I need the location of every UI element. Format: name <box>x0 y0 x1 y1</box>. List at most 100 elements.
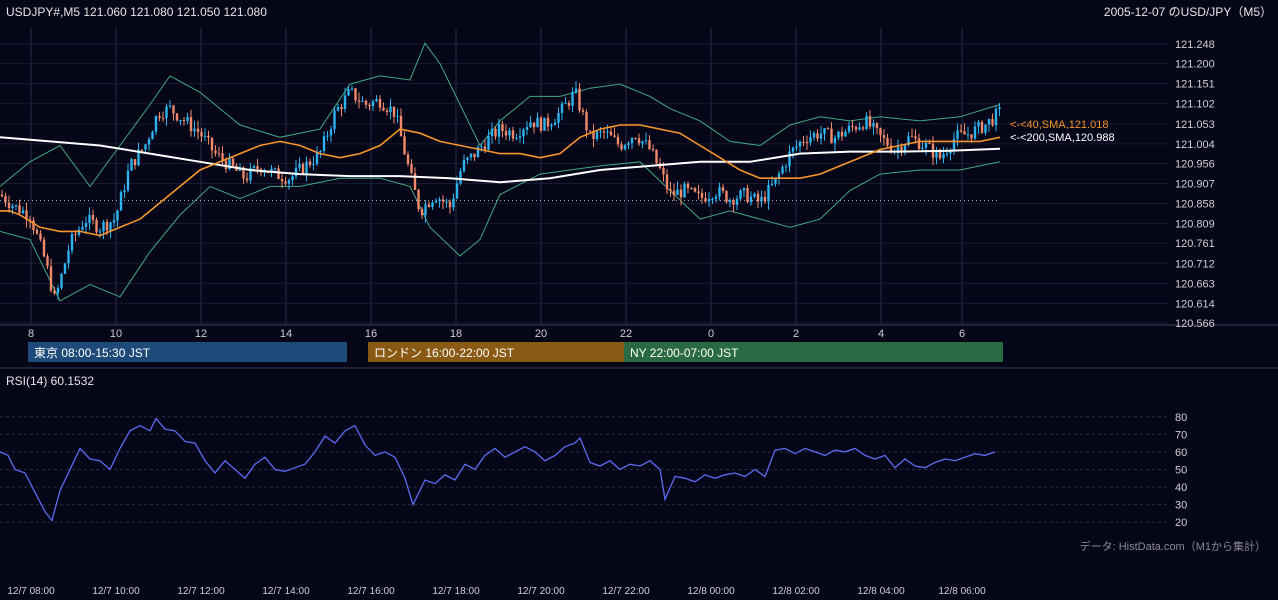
rsi-y-tick-label: 30 <box>1175 500 1187 512</box>
candle-body <box>644 140 648 142</box>
candle-body <box>735 198 739 205</box>
x-tick-label: 2 <box>793 328 799 340</box>
candle-body <box>214 150 217 154</box>
candle-body <box>637 138 641 144</box>
candle-body <box>112 220 116 223</box>
rsi-y-tick-label: 50 <box>1175 465 1187 477</box>
candle-body <box>14 205 18 207</box>
grid <box>0 28 1278 369</box>
candle-body <box>574 88 578 92</box>
candle-body <box>88 214 91 223</box>
candle-body <box>753 193 756 197</box>
rsi-y-tick-label: 80 <box>1175 412 1187 424</box>
candle-body <box>200 132 203 137</box>
candle-body <box>840 131 844 137</box>
candle-body <box>361 100 364 102</box>
candle-body <box>91 214 95 220</box>
candle-body <box>662 168 665 175</box>
candle-body <box>441 199 445 202</box>
candle-body <box>812 133 816 138</box>
candle-body <box>452 198 455 208</box>
y-tick-label: 120.761 <box>1175 238 1215 250</box>
candle-body <box>728 200 732 203</box>
candle-body <box>784 166 788 168</box>
candle-body <box>252 166 256 168</box>
candle-body <box>11 206 14 208</box>
candle-body <box>991 118 994 126</box>
rsi-y-tick-label: 60 <box>1175 447 1187 459</box>
candle-body <box>798 141 802 147</box>
sma40-label: <-<40,SMA,121.018 <box>1010 119 1108 131</box>
rsi-x-tick-label: 12/7 18:00 <box>432 586 480 597</box>
candle-body <box>151 131 154 140</box>
candle-body <box>508 130 511 136</box>
candle-body <box>942 154 945 159</box>
candle-body <box>203 135 207 137</box>
candle-body <box>95 219 98 233</box>
candle-body <box>459 171 462 184</box>
candle-body <box>420 209 424 216</box>
candle-body <box>543 117 546 131</box>
x-tick-label: 8 <box>28 328 34 340</box>
y-tick-label: 121.004 <box>1175 139 1215 151</box>
candle-body <box>319 151 322 153</box>
bollinger-upper <box>0 42 1001 188</box>
candle-body <box>4 196 7 203</box>
candle-body <box>221 153 224 161</box>
candle-body <box>53 290 56 294</box>
candle-body <box>676 189 679 195</box>
candle-body <box>298 164 301 168</box>
bollinger-bands <box>0 42 1001 302</box>
candle-body <box>445 201 448 203</box>
candle-body <box>903 144 907 152</box>
candle-body <box>294 167 298 177</box>
candle-body <box>469 153 473 158</box>
x-tick-label: 22 <box>620 328 632 340</box>
candle-body <box>189 117 193 132</box>
y-tick-label: 121.102 <box>1175 99 1215 111</box>
candle-body <box>700 192 704 198</box>
candle-body <box>924 142 928 148</box>
x-tick-label: 18 <box>450 328 462 340</box>
x-tick-label: 6 <box>959 328 965 340</box>
candle-body <box>851 125 854 128</box>
candle-body <box>567 102 571 106</box>
candle-body <box>616 136 620 145</box>
candle-body <box>60 273 63 288</box>
candle-body <box>809 137 812 143</box>
candle-body <box>322 136 326 152</box>
candle-body <box>291 176 294 181</box>
candle-body <box>945 153 949 155</box>
candle-body <box>123 190 126 193</box>
candle-body <box>522 129 525 137</box>
candle-body <box>868 115 872 127</box>
x-tick-label: 0 <box>708 328 714 340</box>
candle-body <box>777 173 781 178</box>
candle-body <box>910 136 914 138</box>
candle-body <box>340 107 343 109</box>
candle-body <box>165 106 168 119</box>
candle-body <box>571 91 574 106</box>
x-tick-label: 14 <box>280 328 292 340</box>
candle-body <box>448 201 452 208</box>
y-tick-label: 120.614 <box>1175 298 1215 310</box>
candle-body <box>210 137 214 151</box>
y-tick-label: 120.566 <box>1175 318 1215 330</box>
candle-body <box>74 233 77 235</box>
candle-body <box>256 166 259 170</box>
session-ny-label: NY 22:00-07:00 JST <box>630 346 739 360</box>
candle-body <box>984 124 987 133</box>
candle-body <box>704 197 707 202</box>
candle-body <box>119 192 123 211</box>
candle-body <box>312 163 315 166</box>
candle-body <box>746 188 749 203</box>
candle-body <box>308 161 312 166</box>
candle-body <box>371 101 375 107</box>
candle-body <box>879 128 882 136</box>
candle-body <box>830 128 833 144</box>
candle-body <box>760 196 763 202</box>
candle-body <box>928 142 931 144</box>
candle-body <box>623 145 627 150</box>
candle-body <box>763 196 767 202</box>
candle-body <box>553 122 557 126</box>
